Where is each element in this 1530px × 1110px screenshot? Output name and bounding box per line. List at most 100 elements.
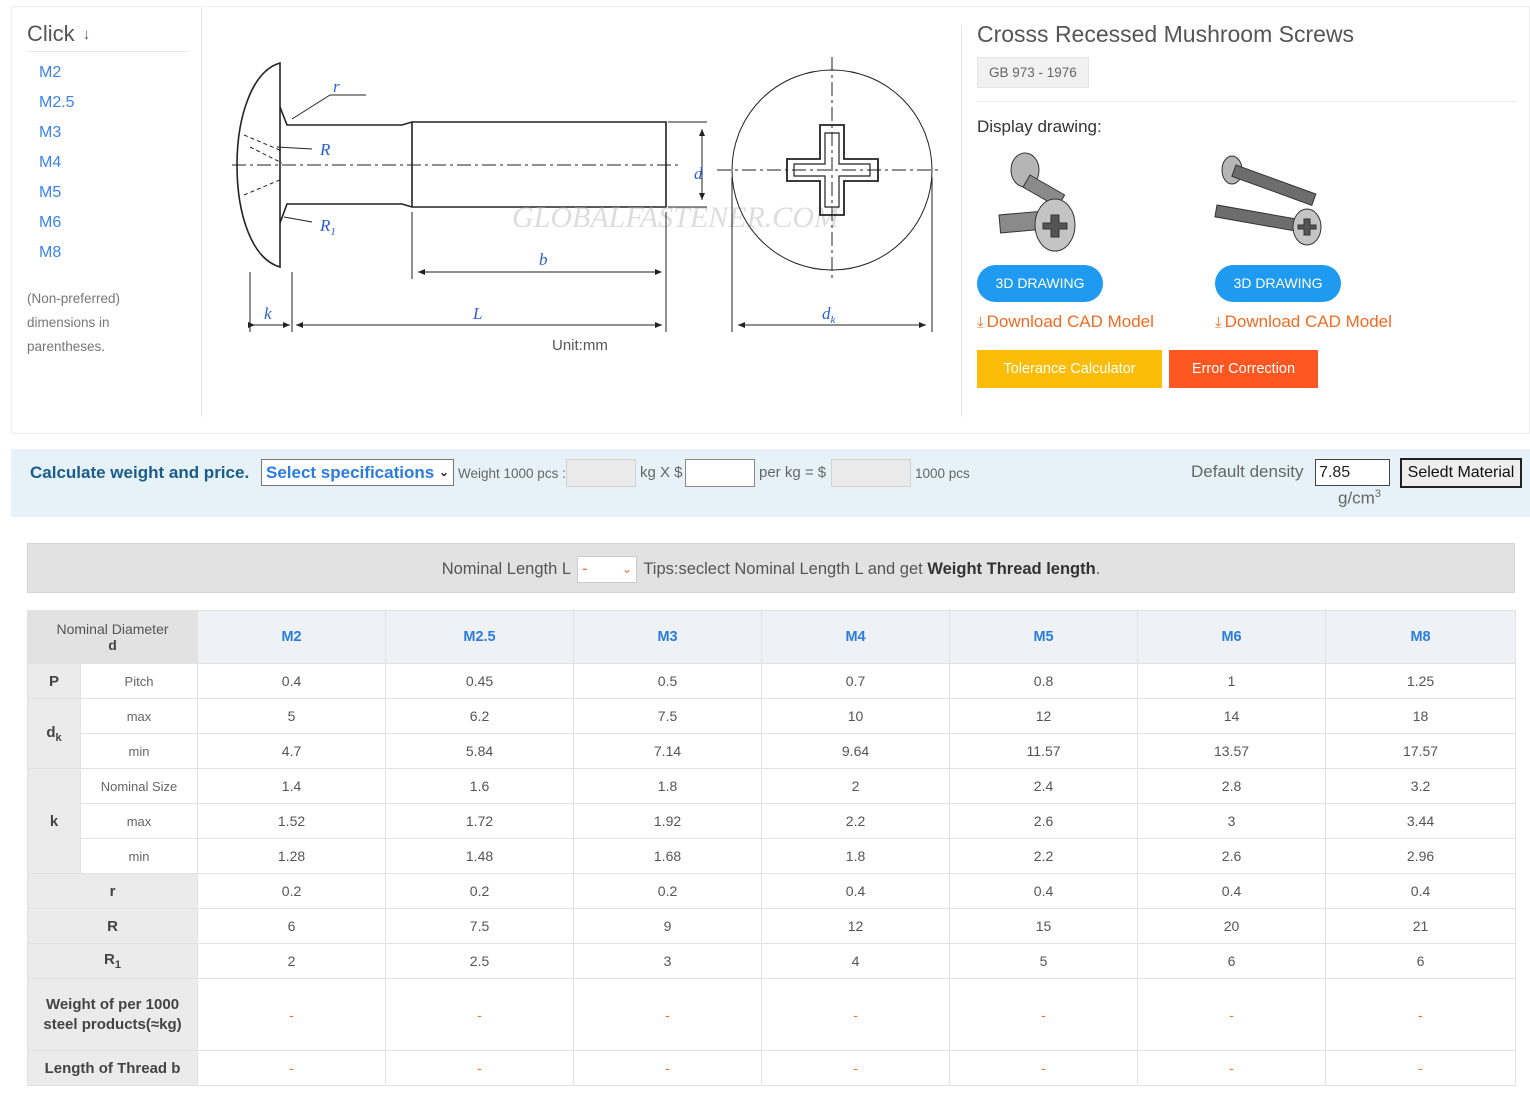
table-cell: 1.28 <box>197 838 387 874</box>
sidebar-title: Click ↓ <box>27 21 187 52</box>
size-link-m5[interactable]: M5 <box>39 183 75 213</box>
weight-output <box>566 459 636 487</box>
display-drawing-label: Display drawing: <box>977 117 1102 136</box>
table-cell: 7.5 <box>573 698 763 734</box>
download-cad-link-1[interactable]: ⤓ Download CAD Model <box>977 312 1154 332</box>
table-cell: 0.4 <box>1325 873 1517 909</box>
table-cell: 7.5 <box>385 908 575 944</box>
size-link-list: M2 M2.5 M3 M4 M5 M6 M8 <box>39 63 75 273</box>
table-cell: 0.2 <box>385 873 575 909</box>
kg-label: kg X $ <box>640 464 683 481</box>
table-cell: - <box>949 978 1139 1051</box>
size-link-m3[interactable]: M3 <box>39 123 75 153</box>
table-cell: 3.2 <box>1325 768 1517 804</box>
table-cell: - <box>1137 978 1327 1051</box>
nominal-length-bar: Nominal Length L - ⌄ Tips:seclect Nominal… <box>27 543 1515 593</box>
table-cell: 0.8 <box>949 663 1139 699</box>
error-correction-button[interactable]: Error Correction <box>1169 350 1318 388</box>
label-dk: dk <box>822 304 837 326</box>
size-link-m4[interactable]: M4 <box>39 153 75 183</box>
column-header: M2 <box>197 610 387 664</box>
table-cell: 13.57 <box>1137 733 1327 769</box>
table-cell: 1.72 <box>385 803 575 839</box>
table-cell: 2.2 <box>761 803 951 839</box>
table-cell: 20 <box>1137 908 1327 944</box>
table-cell: 2 <box>761 768 951 804</box>
row-label-dk: dk <box>27 698 81 769</box>
table-cell: 2.6 <box>1137 838 1327 874</box>
product-title: Crosss Recessed Mushroom Screws <box>977 21 1355 47</box>
size-sidebar: Click ↓ M2 M2.5 M3 M4 M5 M6 M8 (Non-prefe… <box>12 7 202 417</box>
table-cell: - <box>385 978 575 1051</box>
table-cell: 4.7 <box>197 733 387 769</box>
table-cell: 6 <box>1137 943 1327 979</box>
label-b: b <box>539 250 548 269</box>
table-cell: 2.5 <box>385 943 575 979</box>
density-input[interactable]: 7.85 <box>1315 459 1390 486</box>
tolerance-calculator-button[interactable]: Tolerance Calculator <box>977 350 1162 388</box>
table-cell: 21 <box>1325 908 1517 944</box>
table-cell: 1.8 <box>573 768 763 804</box>
calculator-title: Calculate weight and price. <box>30 463 250 482</box>
label-k: k <box>264 304 272 323</box>
download-cad-link-2[interactable]: ⤓ Download CAD Model <box>1215 312 1392 332</box>
table-row-r: r 0.2 0.2 0.2 0.4 0.4 0.4 0.4 <box>26 873 1517 909</box>
column-header: M5 <box>949 610 1139 664</box>
size-link-m2[interactable]: M2 <box>39 63 75 93</box>
label-d: d <box>694 164 703 183</box>
table-cell: 11.57 <box>949 733 1139 769</box>
label-R: R <box>319 140 331 159</box>
3d-drawing-button-2[interactable]: 3D DRAWING <box>1215 265 1341 302</box>
table-header-row: Nominal Diameter d M2 M2.5 M3 M4 M5 M6 M8 <box>26 610 1517 664</box>
table-cell: 0.4 <box>949 873 1139 909</box>
technical-drawing: GLOBALFASTENER.COM r R R1 d b k L dk <box>232 57 940 332</box>
table-cell: 4 <box>761 943 951 979</box>
table-row-k-max: max 1.52 1.72 1.92 2.2 2.6 3 3.44 <box>28 803 1517 839</box>
table-row-pitch: P Pitch 0.4 0.45 0.5 0.7 0.8 1 1.25 <box>27 663 1517 699</box>
table-cell: 1.6 <box>385 768 575 804</box>
table-cell: - <box>197 978 387 1051</box>
table-cell: 1.4 <box>197 768 387 804</box>
table-cell: 1.8 <box>761 838 951 874</box>
size-link-m2-5[interactable]: M2.5 <box>39 93 75 123</box>
3d-drawing-button-1[interactable]: 3D DRAWING <box>977 265 1103 302</box>
nominal-length-select[interactable]: - ⌄ <box>577 556 638 584</box>
table-cell: - <box>949 1050 1139 1086</box>
price-per-kg-input[interactable] <box>685 459 755 487</box>
table-cell: 1.92 <box>573 803 763 839</box>
table-cell: 5 <box>197 698 387 734</box>
product-info-panel: Crosss Recessed Mushroom Screws GB 973 -… <box>977 7 1517 427</box>
label-R1: R1 <box>319 216 336 238</box>
table-cell: 0.5 <box>573 663 763 699</box>
table-cell: 0.4 <box>761 873 951 909</box>
product-top-section: Click ↓ M2 M2.5 M3 M4 M5 M6 M8 (Non-prefe… <box>11 6 1530 434</box>
table-row-dk-max: dk max 5 6.2 7.5 10 12 14 18 <box>27 698 1517 769</box>
select-material-button[interactable]: Seledt Material <box>1400 458 1522 488</box>
table-cell: 6 <box>197 908 387 944</box>
column-header: M4 <box>761 610 951 664</box>
table-row-dk-min: min 4.7 5.84 7.14 9.64 11.57 13.57 17.57 <box>28 733 1517 769</box>
table-cell: 12 <box>949 698 1139 734</box>
table-cell: - <box>573 978 763 1051</box>
table-cell: 5.84 <box>385 733 575 769</box>
table-cell: - <box>1325 978 1517 1051</box>
info-divider <box>977 101 1517 102</box>
table-row-k-nominal: k Nominal Size 1.4 1.6 1.8 2 2.4 2.8 3.2 <box>27 768 1517 874</box>
table-cell: 0.2 <box>197 873 387 909</box>
size-link-m6[interactable]: M6 <box>39 213 75 243</box>
table-cell: 2.8 <box>1137 768 1327 804</box>
table-cell: 2.96 <box>1325 838 1517 874</box>
table-cell: 1.52 <box>197 803 387 839</box>
table-cell: 1.25 <box>1325 663 1517 699</box>
drawing-watermark: GLOBALFASTENER.COM <box>512 201 841 234</box>
spec-select[interactable]: Select specifications ⌄ <box>261 459 454 486</box>
screw-3d-thumbnail-long[interactable] <box>1212 145 1332 265</box>
arrow-down-icon: ↓ <box>82 26 91 43</box>
table-cell: 7.14 <box>573 733 763 769</box>
table-cell: 15 <box>949 908 1139 944</box>
screw-3d-thumbnail-short[interactable] <box>985 145 1105 265</box>
weight-label: Weight 1000 pcs : <box>458 466 566 481</box>
size-link-m8[interactable]: M8 <box>39 243 75 273</box>
download-icon: ⤓ <box>1215 314 1222 331</box>
chevron-down-icon: ⌄ <box>438 465 449 479</box>
